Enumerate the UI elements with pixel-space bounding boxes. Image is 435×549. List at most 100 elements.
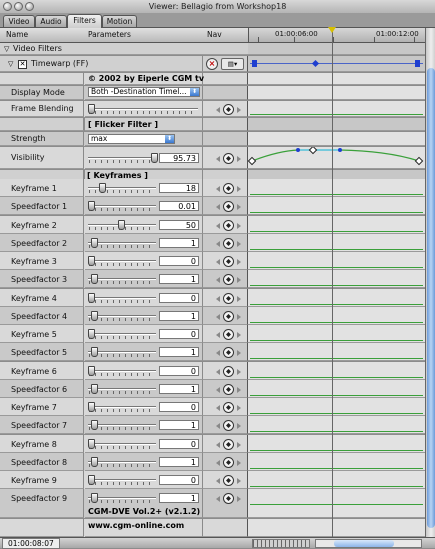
next-keyframe-icon[interactable] [237,240,241,247]
filter-enable-checkbox[interactable]: ✕ [18,60,27,69]
playhead-marker[interactable] [328,27,336,33]
visibility-slider-track[interactable] [88,157,156,159]
previous-keyframe-icon[interactable] [216,495,220,502]
parameter-slider-knob[interactable] [88,256,95,266]
previous-keyframe-icon[interactable] [216,459,220,466]
previous-keyframe-icon[interactable] [216,331,220,338]
parameter-slider-knob[interactable] [88,366,95,376]
add-keyframe-button[interactable] [223,347,234,358]
next-keyframe-icon[interactable] [237,349,241,356]
filter-start-marker[interactable] [252,60,257,67]
parameter-value-field[interactable]: 1 [159,274,199,284]
vertical-scrollbar[interactable] [425,28,435,537]
previous-keyframe-icon[interactable] [216,240,220,247]
reset-filter-icon[interactable]: × [206,58,218,70]
add-keyframe-button[interactable] [223,475,234,486]
parameter-slider-track[interactable] [88,242,156,244]
parameter-slider-knob[interactable] [91,274,98,284]
parameter-slider-knob[interactable] [88,402,95,412]
parameter-value-field[interactable]: 0 [159,439,199,449]
previous-keyframe-icon[interactable] [216,203,220,210]
previous-keyframe-icon[interactable] [216,295,220,302]
add-keyframe-button[interactable] [223,183,234,194]
add-keyframe-button[interactable] [223,439,234,450]
previous-keyframe-icon[interactable] [216,155,220,162]
disclosure-triangle-icon[interactable]: ▽ [4,45,9,53]
parameter-slider-knob[interactable] [88,329,95,339]
previous-keyframe-icon[interactable] [216,106,220,113]
parameter-value-field[interactable]: 1 [159,347,199,357]
visibility-curve-path[interactable] [251,149,420,162]
add-keyframe-button[interactable] [223,384,234,395]
previous-keyframe-icon[interactable] [216,404,220,411]
previous-keyframe-icon[interactable] [216,258,220,265]
timeline-scroller-thumb[interactable] [334,540,394,547]
tab-filters[interactable]: Filters [67,14,102,28]
parameter-slider-knob[interactable] [88,439,95,449]
parameter-slider-track[interactable] [88,278,156,280]
parameter-slider-knob[interactable] [91,238,98,248]
next-keyframe-icon[interactable] [237,185,241,192]
parameter-slider-track[interactable] [88,479,156,481]
filter-keyframe[interactable] [311,59,320,68]
parameter-slider-track[interactable] [88,205,156,207]
previous-keyframe-icon[interactable] [216,349,220,356]
parameter-value-field[interactable]: 0 [159,366,199,376]
next-keyframe-icon[interactable] [237,313,241,320]
parameter-value-field[interactable]: 1 [159,311,199,321]
tab-video[interactable]: Video [3,15,35,27]
parameter-slider-knob[interactable] [88,201,95,211]
previous-keyframe-icon[interactable] [216,422,220,429]
add-keyframe-button[interactable] [223,329,234,340]
window-title-bar[interactable]: Viewer: Bellagio from Workshop18 [0,0,435,14]
parameter-slider-track[interactable] [88,315,156,317]
parameter-value-field[interactable]: 0.01 [159,201,199,211]
previous-keyframe-icon[interactable] [216,185,220,192]
parameter-value-field[interactable]: 1 [159,384,199,394]
visibility-value-field[interactable]: 95.73 [159,153,199,163]
parameter-slider-knob[interactable] [91,420,98,430]
parameter-value-field[interactable]: 50 [159,220,199,230]
parameter-slider-knob[interactable] [99,183,106,193]
parameter-value-field[interactable]: 1 [159,457,199,467]
frame-blending-slider-track[interactable] [88,108,198,110]
next-keyframe-icon[interactable] [237,495,241,502]
parameter-slider-knob[interactable] [91,493,98,503]
previous-keyframe-icon[interactable] [216,276,220,283]
playhead-line[interactable] [332,28,333,537]
parameter-slider-knob[interactable] [118,220,125,230]
previous-keyframe-icon[interactable] [216,441,220,448]
curve-keyframe[interactable] [248,156,257,166]
next-keyframe-icon[interactable] [237,276,241,283]
display-mode-popup[interactable]: Both -Destination Timel... ⬍ [88,87,200,97]
filter-keyframes[interactable] [248,59,425,69]
add-keyframe-button[interactable] [223,493,234,504]
next-keyframe-icon[interactable] [237,441,241,448]
next-keyframe-icon[interactable] [237,422,241,429]
curve-handle[interactable] [296,148,300,152]
parameter-slider-track[interactable] [88,370,156,372]
curve-keyframe[interactable] [414,156,424,166]
previous-keyframe-icon[interactable] [216,222,220,229]
visibility-slider-knob[interactable] [151,153,158,163]
visibility-curve[interactable] [248,147,425,169]
strength-popup[interactable]: max ⬍ [88,134,175,144]
next-keyframe-icon[interactable] [237,368,241,375]
previous-keyframe-icon[interactable] [216,477,220,484]
timeline-ruler[interactable]: 01:00:06:00 01:00:12:00 [248,28,426,42]
tab-motion[interactable]: Motion [102,15,137,27]
previous-keyframe-icon[interactable] [216,386,220,393]
parameter-value-field[interactable]: 0 [159,293,199,303]
add-keyframe-button[interactable] [223,457,234,468]
filter-header[interactable]: ▽ ✕ Timewarp (FF) [0,56,203,72]
parameter-slider-track[interactable] [88,424,156,426]
parameter-slider-track[interactable] [88,351,156,353]
parameter-slider-track[interactable] [88,443,156,445]
add-keyframe-button[interactable] [223,104,234,115]
next-keyframe-icon[interactable] [237,386,241,393]
add-keyframe-button[interactable] [223,274,234,285]
parameter-value-field[interactable]: 1 [159,238,199,248]
parameter-slider-knob[interactable] [91,457,98,467]
next-keyframe-icon[interactable] [237,258,241,265]
tab-audio[interactable]: Audio [35,15,67,27]
